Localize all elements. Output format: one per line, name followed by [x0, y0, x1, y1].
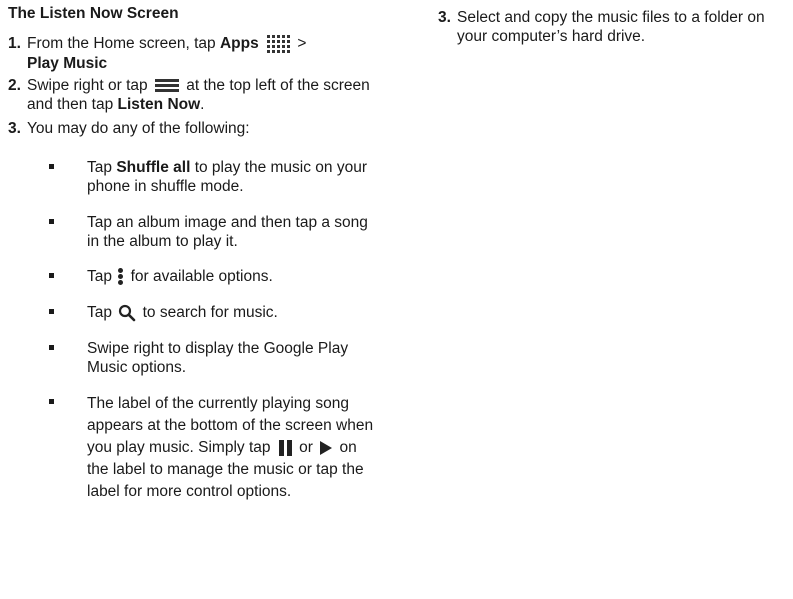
bullet-marker	[49, 399, 54, 404]
bullet-marker	[49, 164, 54, 169]
search-icon	[119, 304, 136, 322]
bullet-text: Swipe right to display the Google Play M…	[87, 340, 349, 376]
bullet-text: Tap for available options.	[87, 267, 377, 286]
text-span: for available options.	[126, 268, 273, 285]
text-span: to search for music.	[138, 304, 278, 321]
text-span: Swipe right or tap	[27, 77, 152, 94]
step-text: Select and copy the music files to a fol…	[457, 9, 765, 45]
bullet-text: Tap an album image and then tap a song i…	[87, 214, 368, 250]
section-heading: The Listen Now Screen	[8, 5, 179, 22]
play-icon	[320, 440, 333, 455]
bold-term: Listen Now	[117, 96, 201, 113]
step-text: From the Home screen, tap Apps > Play Mu…	[27, 34, 392, 73]
bullet-marker	[49, 345, 54, 350]
text-span: or	[294, 439, 318, 456]
text-span: Tap	[87, 304, 117, 321]
text-span: From the Home screen, tap	[27, 35, 220, 53]
bullet-marker	[49, 219, 54, 224]
bullet-marker	[49, 309, 54, 314]
step-number: 2.	[8, 77, 21, 94]
text-span: Tap	[87, 268, 117, 285]
step-text: You may do any of the following:	[27, 120, 250, 137]
bold-term: Play Music	[27, 55, 108, 72]
bullet-text: Tap Shuffle all to play the music on you…	[87, 158, 377, 196]
step-number: 3.	[8, 120, 21, 137]
step-number: 3.	[438, 9, 451, 26]
bullet-text: Tap to search for music.	[87, 303, 377, 322]
step-number: 1.	[8, 35, 21, 52]
bold-term: Apps	[219, 35, 259, 53]
menu-icon	[154, 78, 179, 94]
bullet-marker	[49, 273, 54, 278]
text-span: >	[293, 35, 307, 53]
text-span: .	[200, 96, 205, 113]
more-vertical-icon	[118, 267, 124, 286]
bold-term: Shuffle all	[116, 159, 191, 176]
text-span: Tap	[87, 159, 117, 176]
manual-page: The Listen Now Screen 1. From the Home s…	[0, 0, 793, 599]
bullet-text: The label of the currently playing song …	[87, 393, 377, 503]
step-text: Swipe right or tap at the top left of th…	[27, 76, 392, 114]
pause-icon	[277, 439, 293, 456]
apps-grid-icon	[265, 34, 293, 54]
